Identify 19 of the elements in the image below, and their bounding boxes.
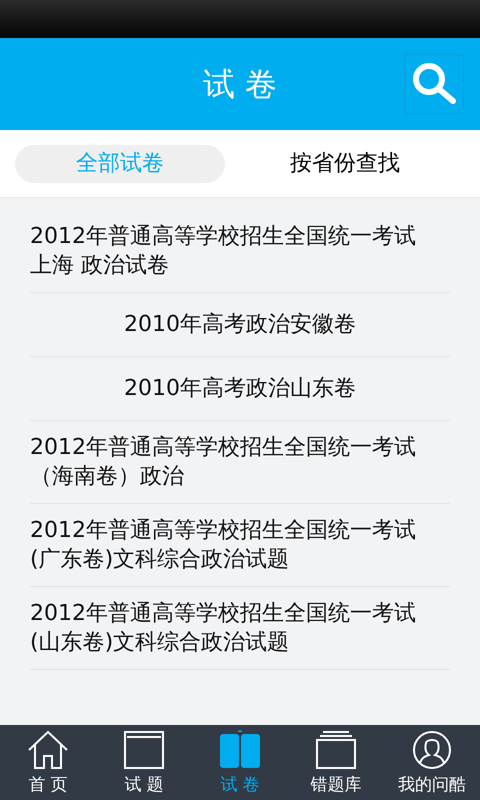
nav-tab[interactable]: 试 题 [96, 725, 192, 800]
paper-item[interactable]: 2010年高考政治山东卷 [124, 374, 356, 403]
search-button[interactable] [404, 54, 464, 114]
stack-icon [315, 730, 357, 770]
paper-item[interactable]: 2012年普通高等学校招生全国统一考试上海 政治试卷 [30, 222, 430, 280]
paper-item[interactable]: 2012年普通高等学校招生全国统一考试（海南卷）政治 [30, 433, 430, 491]
person-icon [411, 730, 453, 770]
header-title: 试 卷 [202, 64, 278, 105]
nav-tab[interactable]: 首 页 [0, 725, 96, 800]
home-icon [27, 730, 69, 770]
paper-item[interactable]: 2012年普通高等学校招生全国统一考试(山东卷)文科综合政治试题 [30, 599, 430, 657]
search-icon [411, 61, 457, 107]
nav-tab[interactable]: 试 卷 [192, 725, 288, 800]
nav-tab[interactable]: 错题库 [288, 725, 384, 800]
paper-item[interactable]: 2010年高考政治安徽卷 [124, 310, 356, 339]
window-icon [123, 730, 165, 770]
nav-tab[interactable]: 我的问酷 [384, 725, 480, 800]
paper-item[interactable]: 2012年普通高等学校招生全国统一考试(广东卷)文科综合政治试题 [30, 516, 430, 574]
book-icon [219, 730, 261, 770]
